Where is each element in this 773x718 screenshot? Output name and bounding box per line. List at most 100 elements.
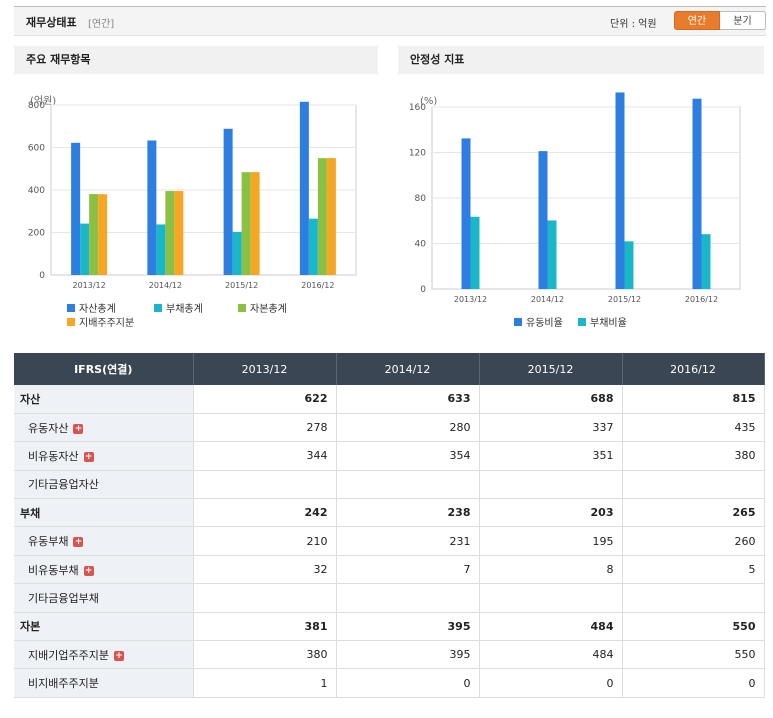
row-label-text: 비유동자산 [28,449,79,463]
quarter-toggle-button[interactable]: 분기 [720,11,766,30]
table-cell: 395 [336,640,480,670]
table-row: 부채 242 238 203 265 [14,498,765,528]
bar-자본총계-2014/12 [165,191,175,275]
table-cell [622,583,765,613]
row-label-text: 비지배주주지분 [28,677,99,691]
annual-toggle-button[interactable]: 연간 [674,11,720,30]
stability-ratio-chart: (%)040801201602013/12 2014/12 2015/12 2016/… [409,92,741,329]
table-cell: 337 [479,413,623,443]
table-cell: 550 [622,640,765,670]
table-cell: 32 [193,555,337,585]
legend-swatch [154,304,162,312]
table-cell: 435 [622,413,765,443]
page-title: 재무상태표 [26,16,77,29]
x-tick-label: 2013/12 [454,295,487,304]
legend-label: 부채비율 [590,317,627,329]
table-row: 지배기업주주지분 +380 395 484 550 [14,640,765,670]
statement-header: 재무상태표 [연간] 단위 : 억원 연간 분기 [14,6,766,36]
table-row: 기타금융업자산 [14,470,765,500]
column-header: 2016/12 [622,353,765,385]
table-cell: 484 [479,640,623,670]
table-cell: 484 [479,612,623,642]
bar-유동비율-2013/12 [461,138,471,289]
table-cell: 242 [193,498,337,528]
row-label: 비지배주주지분 [14,668,194,698]
table-cell: 280 [336,413,480,443]
x-tick-label: 2014/12 [149,281,182,290]
row-label-text: 기타금융업부채 [28,591,99,605]
row-label: 부채 [14,498,194,528]
column-header: 2014/12 [336,353,480,385]
y-tick-label: 200 [28,229,45,239]
unit-label: 단위 : 억원 [610,19,657,30]
legend-label: 부채총계 [166,303,203,315]
table-row: 비유동부채 +32 7 8 5 [14,555,765,585]
table-cell: 395 [336,612,480,642]
table-row: 유동자산 +278 280 337 435 [14,413,765,443]
bar-자산총계-2014/12 [147,140,157,275]
balance-sheet-table: IFRS(연결) 2013/12 2014/12 2015/12 2016/12 자산 6… [14,353,765,698]
column-header: 2013/12 [193,353,337,385]
expand-plus-icon[interactable]: + [73,423,84,434]
table-cell: 1 [193,668,337,698]
expand-plus-icon[interactable]: + [83,451,94,462]
row-label: 자산 [14,385,194,414]
bar-부채총계-2016/12 [308,218,318,275]
table-row: 비지배주주지분 1 0 0 0 [14,668,765,698]
table-cell: 815 [622,385,765,414]
bar-부채비율-2016/12 [701,234,711,289]
table-cell: 344 [193,441,337,471]
table-row: 기타금융업부채 [14,583,765,613]
row-label: 기타금융업부채 [14,583,194,613]
bar-유동비율-2016/12 [692,98,702,289]
bar-자산총계-2015/12 [223,128,233,275]
table-cell [479,583,623,613]
row-label-text: 자산 [20,392,41,406]
table-cell: 688 [479,385,623,414]
row-label: 비유동부채 + [14,555,194,585]
row-label: 자본 [14,612,194,642]
y-tick-label: 0 [39,271,45,281]
x-tick-label: 2013/12 [73,281,106,290]
expand-plus-icon[interactable]: + [83,565,94,576]
y-tick-label: 40 [415,240,427,250]
row-label-text: 기타금융업자산 [28,478,99,492]
table-cell [193,583,337,613]
column-header: IFRS(연결) [14,353,194,385]
table-cell: 633 [336,385,480,414]
table-cell: 0 [336,668,480,698]
table-cell: 351 [479,441,623,471]
x-tick-label: 2016/12 [301,281,334,290]
financial-items-chart: (억원)02004006008002013/12 2014/12 2015/12 20… [28,95,357,329]
bar-부채비율-2013/12 [470,216,480,289]
y-tick-label: 160 [409,103,426,113]
bar-부채총계-2013/12 [80,223,90,275]
legend-swatch [238,304,246,312]
bar-지배주주지분-2016/12 [326,158,336,275]
y-tick-label: 80 [415,194,427,204]
row-label: 유동자산 + [14,413,194,443]
expand-plus-icon[interactable]: + [113,650,124,661]
table-cell: 210 [193,526,337,556]
table-cell [622,470,765,500]
expand-plus-icon[interactable]: + [73,537,84,548]
table-cell: 260 [622,526,765,556]
table-cell: 203 [479,498,623,528]
bar-자본총계-2013/12 [89,194,99,275]
y-tick-label: 120 [409,149,426,159]
bar-지배주주지분-2013/12 [98,194,108,275]
row-label: 유동부채 + [14,526,194,556]
x-tick-label: 2014/12 [531,295,564,304]
table-cell: 7 [336,555,480,585]
legend-label: 자본총계 [250,303,287,315]
bar-유동비율-2015/12 [615,92,625,289]
bar-유동비율-2014/12 [538,151,548,289]
y-tick-label: 400 [28,186,45,196]
legend-label: 유동비율 [526,317,563,329]
y-tick-label: 0 [420,285,426,295]
right-panel-title: 안정성 지표 [398,46,764,74]
table-row: 자본 381 395 484 550 [14,612,765,642]
period-subtitle: [연간] [88,19,115,30]
bar-자본총계-2016/12 [317,158,327,275]
legend-swatch [67,318,75,326]
